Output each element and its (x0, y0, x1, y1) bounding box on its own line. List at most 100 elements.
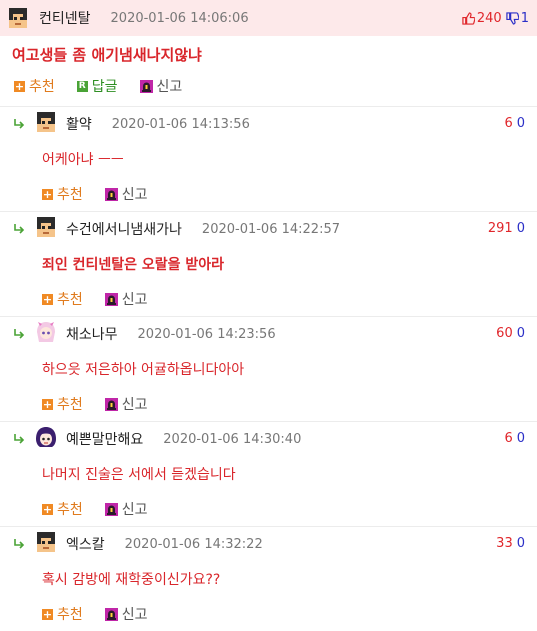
report-button[interactable]: 신고 (104, 394, 148, 414)
recommend-label: 추천 (57, 607, 83, 623)
plus-icon: + (42, 607, 53, 621)
comment-upvote-count[interactable]: 291 (488, 221, 513, 236)
post-author[interactable]: 컨티넨탈 (39, 8, 91, 28)
upvote-count: 240 (476, 10, 502, 26)
comment-thread: 컨티넨탈 2020-01-06 14:06:06 240 1 여고생들 좀 애기… (0, 0, 537, 631)
recommend-button[interactable]: + 추천 (42, 394, 83, 414)
reply-button[interactable]: R 답글 (76, 76, 118, 96)
comment-votes: 33 0 (496, 536, 525, 551)
comment-author[interactable]: 활약 (66, 114, 92, 134)
report-button[interactable]: 신고 (139, 76, 183, 96)
pixel-man-avatar[interactable] (34, 110, 58, 138)
comment-author[interactable]: 수건에서니냄새가나 (66, 219, 182, 239)
siren-icon (104, 292, 118, 306)
recommend-button[interactable]: + 추천 (42, 499, 83, 519)
original-post: 컨티넨탈 2020-01-06 14:06:06 240 1 여고생들 좀 애기… (0, 0, 537, 100)
thumbs-up-icon[interactable] (462, 11, 475, 25)
comment-actions: + 추천 신고 (0, 492, 537, 526)
recommend-button[interactable]: + 추천 (14, 76, 55, 96)
comment-text: 하으읏 저은하아 어귤하옵니다아아 (42, 362, 245, 378)
report-label: 신고 (121, 292, 148, 308)
comment-item: 예쁜말만해요 2020-01-06 14:30:40 6 0 나머지 진술은 서에서 듣… (0, 421, 537, 526)
plus-icon: + (42, 397, 53, 411)
thumbs-down-icon[interactable] (506, 11, 519, 25)
recommend-label: 추천 (57, 187, 83, 203)
report-label: 신고 (121, 502, 148, 518)
pixel-man-avatar[interactable] (6, 6, 30, 30)
post-votes: 240 1 (462, 0, 529, 36)
comment-header: 예쁜말만해요 2020-01-06 14:30:40 (0, 422, 537, 456)
comment-votes: 60 0 (496, 326, 525, 341)
siren-icon (104, 397, 118, 411)
comment-text: 죄인 컨티넨탈은 오랄을 받아라 (42, 257, 225, 273)
downvote-count: 1 (520, 10, 529, 26)
report-label: 신고 (121, 607, 148, 623)
post-header: 컨티넨탈 2020-01-06 14:06:06 240 1 (0, 0, 537, 36)
comment-downvote-count[interactable]: 0 (517, 116, 525, 131)
comment-date: 2020-01-06 14:30:40 (163, 431, 302, 447)
comment-item: 수건에서니냄새가나 2020-01-06 14:22:57 291 0 죄인 컨티넨탈은… (0, 211, 537, 316)
report-label: 신고 (121, 187, 148, 203)
comment-downvote-count[interactable]: 0 (517, 326, 525, 341)
siren-icon (139, 79, 153, 93)
comment-upvote-count[interactable]: 60 (496, 326, 513, 341)
comment-upvote-count[interactable]: 33 (496, 536, 513, 551)
plus-icon: + (14, 79, 25, 93)
comment-header: 채소나무 2020-01-06 14:23:56 (0, 317, 537, 351)
comment-author[interactable]: 엑스칼 (66, 534, 105, 554)
comment-downvote-count[interactable]: 0 (517, 536, 525, 551)
comment-downvote-count[interactable]: 0 (517, 431, 525, 446)
comment-upvote-count[interactable]: 6 (504, 431, 512, 446)
reply-arrow-icon (14, 329, 25, 339)
comment-votes: 60 (504, 431, 525, 446)
comment-votes: 291 0 (488, 221, 525, 236)
comment-votes: 60 (504, 116, 525, 131)
plus-icon: + (42, 502, 53, 516)
report-label: 신고 (121, 397, 148, 413)
recommend-button[interactable]: + 추천 (42, 604, 83, 624)
comment-list: 활약 2020-01-06 14:13:56 6 0 어케아냐 ㅡㅡ + 추천 신고 수건에서니… (0, 106, 537, 631)
comment-text: 나머지 진술은 서에서 듣겠습니다 (42, 467, 236, 483)
comment-item: 엑스칼 2020-01-06 14:32:22 33 0 혹시 감방에 재학중이신가요?… (0, 526, 537, 631)
comment-downvote-count[interactable]: 0 (517, 221, 525, 236)
post-title: 여고생들 좀 애기냄새나지않냐 (12, 45, 202, 64)
comment-header: 수건에서니냄새가나 2020-01-06 14:22:57 (0, 212, 537, 246)
report-button[interactable]: 신고 (104, 604, 148, 624)
comment-upvote-count[interactable]: 6 (504, 116, 512, 131)
report-button[interactable]: 신고 (104, 289, 148, 309)
siren-icon (104, 187, 118, 201)
reply-arrow-icon (14, 119, 25, 129)
report-label: 신고 (156, 79, 183, 95)
report-button[interactable]: 신고 (104, 184, 148, 204)
reply-arrow-icon (14, 434, 25, 444)
comment-author[interactable]: 채소나무 (66, 324, 118, 344)
reply-label: 답글 (91, 79, 118, 95)
plus-icon: + (42, 187, 53, 201)
comment-item: 채소나무 2020-01-06 14:23:56 60 0 하으읏 저은하아 어귤하옵니… (0, 316, 537, 421)
comment-text: 혹시 감방에 재학중이신가요?? (42, 572, 221, 588)
comment-actions: + 추천 신고 (0, 282, 537, 316)
comment-author[interactable]: 예쁜말만해요 (66, 429, 143, 449)
comment-date: 2020-01-06 14:23:56 (137, 326, 276, 342)
report-button[interactable]: 신고 (104, 499, 148, 519)
comment-date: 2020-01-06 14:32:22 (124, 536, 263, 552)
comment-header: 활약 2020-01-06 14:13:56 (0, 107, 537, 141)
pixel-man-avatar[interactable] (34, 215, 58, 243)
post-date: 2020-01-06 14:06:06 (110, 10, 249, 26)
recommend-label: 추천 (29, 79, 55, 95)
anime-girl-avatar[interactable] (34, 320, 58, 348)
pixel-man-avatar[interactable] (34, 530, 58, 558)
comment-date: 2020-01-06 14:13:56 (111, 116, 250, 132)
purple-hair-avatar[interactable] (34, 425, 58, 453)
recommend-label: 추천 (57, 397, 83, 413)
recommend-button[interactable]: + 추천 (42, 289, 83, 309)
reply-arrow-icon (14, 224, 25, 234)
reply-arrow-icon (14, 539, 25, 549)
comment-actions: + 추천 신고 (0, 177, 537, 211)
comment-item: 활약 2020-01-06 14:13:56 6 0 어케아냐 ㅡㅡ + 추천 신고 (0, 106, 537, 211)
post-actions: + 추천 R 답글 신고 (0, 72, 537, 100)
siren-icon (104, 607, 118, 621)
siren-icon (104, 502, 118, 516)
reply-icon: R (76, 80, 88, 92)
recommend-button[interactable]: + 추천 (42, 184, 83, 204)
